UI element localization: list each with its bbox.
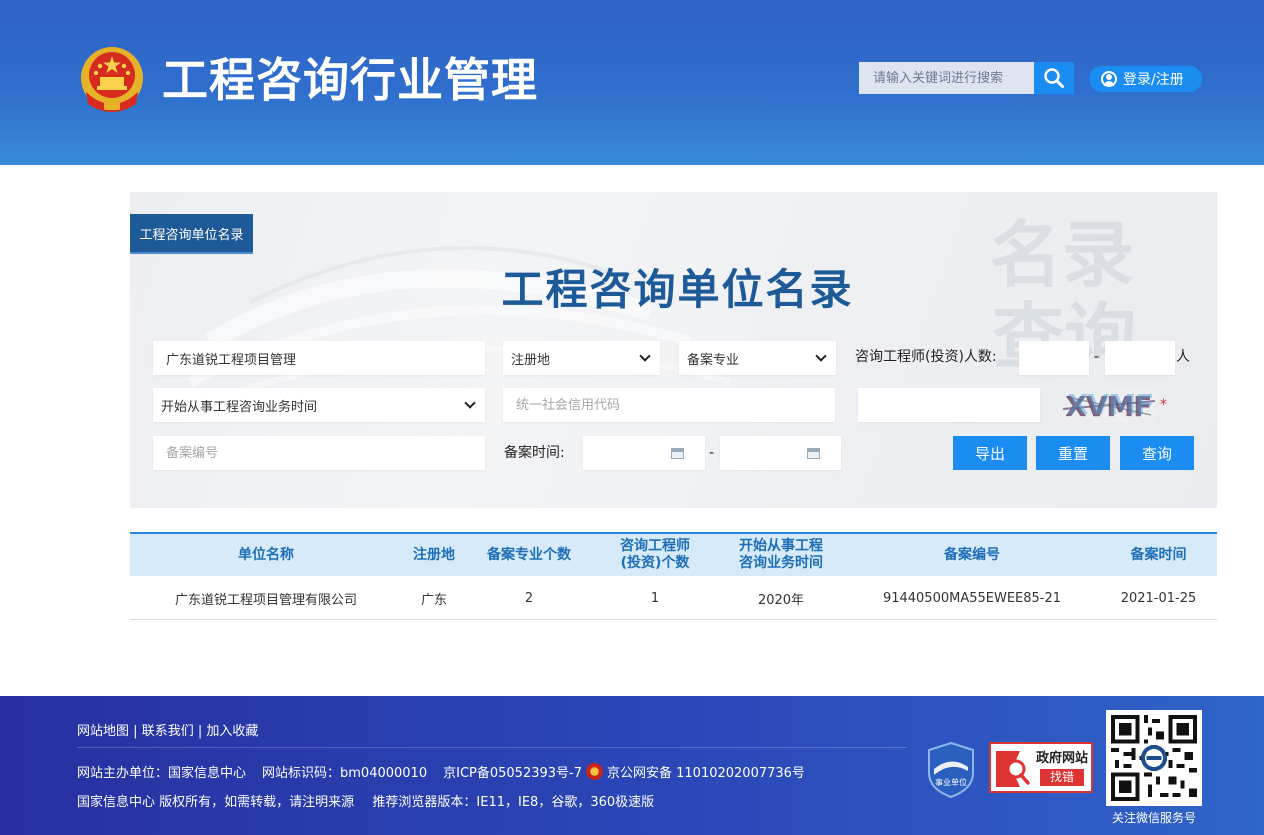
footer-link-favorite[interactable]: 加入收藏: [206, 724, 258, 739]
specialty-select[interactable]: 备案专业: [679, 341, 836, 375]
calendar-icon[interactable]: [671, 447, 684, 459]
person-unit-label: 人: [1176, 349, 1190, 365]
footer-divider: [77, 747, 907, 748]
table-row[interactable]: 广东道锐工程项目管理有限公司 广东 2 1 2020年 91440500MA55…: [130, 576, 1217, 620]
footer-icp[interactable]: 京ICP备05052393号-7: [443, 762, 582, 781]
footer-browser: 推荐浏览器版本：IE11，IE8，谷歌，360极速版: [372, 795, 655, 810]
export-button[interactable]: 导出: [953, 436, 1027, 470]
footer-police-record[interactable]: 京公网安备 11010202007736号: [607, 762, 805, 781]
cell-specialty-count: 2: [524, 590, 534, 606]
search-input[interactable]: [859, 62, 1034, 94]
specialty-value: 备案专业: [687, 352, 740, 368]
search-icon: [1044, 68, 1064, 88]
required-mark: *: [1160, 397, 1167, 413]
calendar-icon[interactable]: [807, 447, 820, 459]
footer-info-line-2: 国家信息中心 版权所有，如需转载，请注明来源 推荐浏览器版本：IE11，IE8，…: [77, 791, 654, 810]
login-register-label: 登录/注册: [1123, 72, 1184, 88]
wechat-qr-code: [1106, 710, 1202, 806]
query-button[interactable]: 查询: [1120, 436, 1194, 470]
registration-place-value: 注册地: [511, 352, 551, 368]
table-header: 单位名称 注册地 备案专业个数 咨询工程师 (投资)个数 开始从事工程 咨询业务…: [130, 532, 1217, 576]
panel-heading: 工程咨询单位名录: [501, 265, 854, 314]
cell-company-name[interactable]: 广东道锐工程项目管理有限公司: [130, 576, 402, 620]
chevron-down-icon: [639, 350, 651, 362]
captcha-input[interactable]: [858, 388, 1040, 422]
cell-record-time: 2021-01-25: [1120, 590, 1197, 606]
qr-code-icon: [1111, 715, 1197, 801]
column-header-engineer-count: 咨询工程师 (投资)个数: [592, 534, 718, 576]
column-header-engineer-count-line2: (投资)个数: [620, 555, 690, 571]
column-header-start-time-line1: 开始从事工程: [739, 538, 823, 554]
footer-info-line-1: 网站主办单位：国家信息中心 网站标识码：bm04000010 京ICP备0505…: [77, 762, 805, 781]
institution-badge-text: 事业单位: [935, 777, 967, 787]
footer-host: 网站主办单位：国家信息中心: [77, 766, 247, 781]
record-end-date-input[interactable]: [720, 436, 841, 470]
column-header-specialty-count: 备案专业个数: [487, 546, 571, 563]
institution-badge-icon[interactable]: 事业单位: [926, 741, 976, 799]
search-panel: 名录 查询 工程咨询单位名录 工程咨询单位名录 注册地 备案专业 咨询工程师(投…: [130, 192, 1217, 508]
record-time-label: 备案时间:: [504, 445, 565, 461]
site-footer: 网站地图 | 联系我们 | 加入收藏 网站主办单位：国家信息中心 网站标识码：b…: [0, 696, 1264, 835]
column-header-start-time-line2: 咨询业务时间: [739, 555, 823, 571]
police-badge-icon: [586, 763, 603, 780]
engineer-count-dash: -: [1094, 349, 1100, 365]
cell-registration: 广东: [420, 592, 447, 608]
start-time-value: 开始从事工程咨询业务时间: [161, 399, 318, 415]
gov-badge-line1: 政府网站: [1036, 750, 1089, 766]
record-number-input[interactable]: [153, 436, 485, 470]
user-icon: [1101, 71, 1117, 87]
footer-link-contact[interactable]: 联系我们: [142, 724, 194, 739]
column-header-name: 单位名称: [238, 546, 294, 563]
chevron-down-icon: [815, 350, 827, 362]
record-start-date-input[interactable]: [583, 436, 705, 470]
footer-link-sitemap[interactable]: 网站地图: [77, 724, 129, 739]
footer-links: 网站地图 | 联系我们 | 加入收藏: [77, 720, 258, 739]
captcha-image[interactable]: XVMF XVMF: [1061, 387, 1157, 423]
footer-copyright: 国家信息中心 版权所有，如需转载，请注明来源: [77, 795, 355, 810]
column-header-record-number: 备案编号: [944, 546, 1000, 563]
column-header-registration: 注册地: [413, 546, 455, 563]
national-emblem-icon: [81, 47, 143, 112]
column-header-start-time: 开始从事工程 咨询业务时间: [718, 534, 844, 576]
cell-engineer-count: 1: [650, 590, 660, 606]
cell-start-time: 2020年: [757, 592, 805, 608]
column-header-record-time: 备案时间: [1130, 546, 1187, 563]
site-header: 工程咨询行业管理 登录/注册: [0, 0, 1264, 165]
captcha-text-shadow: XVMF: [1067, 388, 1153, 421]
search-button[interactable]: [1034, 62, 1074, 94]
chevron-down-icon: [464, 397, 476, 409]
engineer-count-label: 咨询工程师(投资)人数:: [855, 349, 997, 365]
footer-link-separator: |: [197, 724, 203, 739]
footer-site-id: 网站标识码：bm04000010: [262, 766, 428, 781]
footer-link-separator: |: [133, 724, 138, 739]
registration-place-select[interactable]: 注册地: [503, 341, 660, 375]
engineer-count-min-input[interactable]: [1019, 341, 1089, 375]
reset-button[interactable]: 重置: [1036, 436, 1110, 470]
column-header-engineer-count-line1: 咨询工程师: [620, 538, 690, 554]
gov-site-error-report-badge[interactable]: 政府网站 找错: [989, 742, 1093, 793]
date-range-dash: -: [709, 445, 715, 461]
gov-badge-line2: 找错: [1040, 768, 1085, 786]
site-title: 工程咨询行业管理: [162, 53, 538, 107]
results-table: 单位名称 注册地 备案专业个数 咨询工程师 (投资)个数 开始从事工程 咨询业务…: [130, 532, 1217, 620]
start-time-select[interactable]: 开始从事工程咨询业务时间: [153, 388, 485, 422]
company-name-input[interactable]: [153, 341, 485, 375]
magnifier-flag-icon: [996, 750, 1030, 787]
qr-caption: 关注微信服务号: [1111, 811, 1196, 825]
engineer-count-max-input[interactable]: [1105, 341, 1175, 375]
credit-code-input[interactable]: [503, 388, 835, 422]
tab-unit-directory[interactable]: 工程咨询单位名录: [130, 214, 253, 254]
cell-record-number: 91440500MA55EWEE85-21: [882, 590, 1062, 606]
login-register-button[interactable]: 登录/注册: [1089, 66, 1202, 92]
